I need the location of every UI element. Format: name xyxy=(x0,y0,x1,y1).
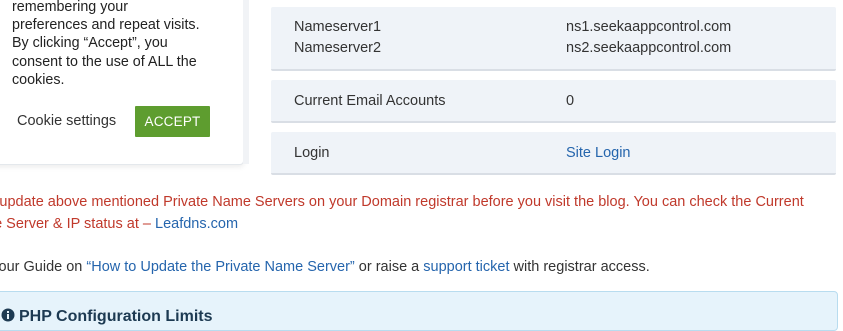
site-login-link[interactable]: Site Login xyxy=(566,143,631,163)
cookie-text-line: remembering your xyxy=(12,0,129,15)
php-config-title-text: PHP Configuration Limits xyxy=(19,308,213,325)
nameserver2-value: ns2.seekaappcontrol.com xyxy=(566,40,732,56)
guide-suffix: with registrar access. xyxy=(509,259,650,275)
cookie-text-line: preferences and repeat visits. xyxy=(12,17,200,34)
update-guide-link[interactable]: “How to Update the Private Name Server” xyxy=(86,259,354,275)
cookie-text-line: consent to the use of ALL the xyxy=(12,53,197,70)
guide-prefix: ck our Guide on xyxy=(0,259,83,275)
cookie-consent-panel: remembering your preferences and repeat … xyxy=(0,0,249,165)
guide-middle: or raise a xyxy=(354,259,424,275)
login-row: Login Site Login xyxy=(271,132,836,175)
email-accounts-row: Current Email Accounts 0 xyxy=(271,80,836,123)
nameservers-row: Nameserver1 ns1.seekaappcontrol.com Name… xyxy=(271,7,836,71)
notice-line-2-text: ne Server & IP status at – xyxy=(0,215,155,232)
php-config-title: PHP Configuration Limits xyxy=(1,308,212,326)
email-accounts-value: 0 xyxy=(566,93,575,109)
cookie-settings-link[interactable]: Cookie settings xyxy=(17,113,116,129)
nameserver1-label: Nameserver1 xyxy=(294,19,382,35)
info-icon xyxy=(1,308,15,322)
nameserver2-label: Nameserver2 xyxy=(294,40,382,56)
guide-text: ck our Guide on “How to Update the Priva… xyxy=(0,257,843,277)
nameserver-update-notice: ase update above mentioned Private Name … xyxy=(0,192,843,235)
support-ticket-link[interactable]: support ticket xyxy=(423,259,509,275)
leafdns-link[interactable]: Leafdns.com xyxy=(155,216,238,232)
email-accounts-label: Current Email Accounts xyxy=(294,93,446,109)
login-label: Login xyxy=(294,145,330,161)
cookie-text-line: By clicking “Accept”, you xyxy=(12,35,168,52)
cookie-text-line: cookies. xyxy=(12,71,65,88)
php-config-panel: PHP Configuration Limits xyxy=(0,291,838,331)
accept-cookies-button[interactable]: ACCEPT xyxy=(135,106,210,137)
cookie-consent-text: remembering your preferences and repeat … xyxy=(12,0,222,89)
notice-line-1: ase update above mentioned Private Name … xyxy=(0,194,804,210)
nameserver1-value: ns1.seekaappcontrol.com xyxy=(566,19,732,35)
